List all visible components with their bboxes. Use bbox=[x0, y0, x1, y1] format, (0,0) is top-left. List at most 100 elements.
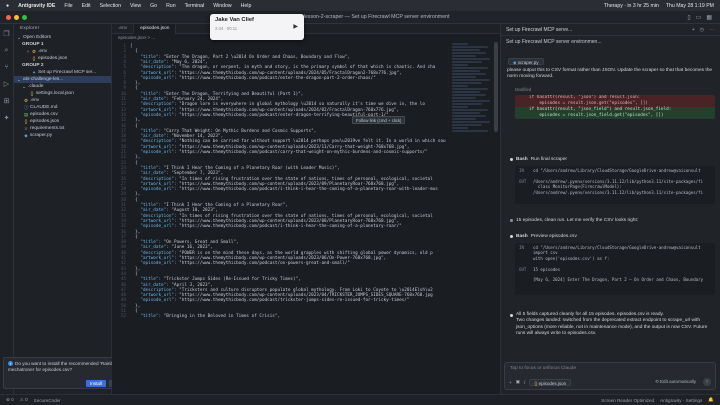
menu-view[interactable]: View bbox=[130, 3, 141, 9]
more-icon[interactable]: ⋯ bbox=[709, 24, 714, 35]
bash-step-preview-csv[interactable]: Bash Preview episodes.csv bbox=[510, 234, 577, 239]
editor-tabs: .env episodes.json bbox=[112, 24, 500, 34]
search-icon[interactable]: ⌕ bbox=[5, 47, 9, 55]
code-line[interactable]: "episode_url": "https://www.themythicbod… bbox=[130, 113, 388, 118]
notifications-icon[interactable]: 🔔 bbox=[708, 397, 714, 403]
minimap-line bbox=[452, 52, 486, 54]
minimap-line bbox=[452, 124, 482, 126]
tree-item-settings-local-json[interactable]: {} settings.local.json bbox=[14, 90, 111, 97]
open-editor-episodes-json[interactable]: {} episodes.json bbox=[14, 55, 111, 62]
menu-help[interactable]: Help bbox=[241, 3, 252, 9]
project-root-folder[interactable]: ⌄ ats-challenge-les... bbox=[14, 76, 111, 83]
calendar-status[interactable]: Therapy · in 3 hr 25 min bbox=[604, 3, 659, 9]
composer-placeholder[interactable]: Tap to focus or unfocus Claude bbox=[510, 366, 576, 371]
line-number: 22 bbox=[120, 155, 126, 161]
json-file-icon: {} bbox=[534, 380, 538, 386]
code-line[interactable]: "episode_url": "https://www.themythicbod… bbox=[130, 76, 375, 81]
screen-reader-status[interactable]: Screen Reader Optimized bbox=[601, 398, 654, 403]
breadcrumb[interactable]: episodes.json > ... bbox=[112, 34, 500, 42]
menu-window[interactable]: Window bbox=[213, 3, 231, 9]
line-number: 20 bbox=[120, 144, 126, 150]
errors-count[interactable]: ⊗ 0 bbox=[6, 397, 14, 403]
tree-item-episodes-json[interactable]: {} episodes.json bbox=[14, 118, 111, 125]
tree-item-claude-md[interactable]: ⓘ CLAUDE.md bbox=[14, 104, 111, 111]
add-context-icon[interactable]: + bbox=[509, 380, 512, 385]
clock[interactable]: Thu May 28 1:19 PM bbox=[666, 3, 714, 9]
line-number: 43 bbox=[120, 266, 126, 272]
open-editor-env[interactable]: × ⚙ .env bbox=[14, 48, 111, 55]
tree-item-episodes-csv[interactable]: ▤ episodes.csv bbox=[14, 111, 111, 118]
play-icon[interactable]: ▶ bbox=[293, 23, 298, 30]
line-number: 45 bbox=[120, 277, 126, 283]
line-number: 16 bbox=[120, 123, 126, 129]
send-button[interactable]: ↑ bbox=[703, 378, 711, 386]
minimap-line bbox=[452, 49, 480, 51]
code-line[interactable]: "episode_url": "https://www.themythicbod… bbox=[130, 224, 401, 229]
tree-item-scraper-py[interactable]: ◆ scraper.py bbox=[14, 132, 111, 139]
code-editor[interactable]: 1[2 {3 "title": "Enter The Dragon, Part … bbox=[112, 42, 500, 394]
edit-mode-toggle[interactable]: ⟲ Edit automatically bbox=[655, 379, 696, 385]
code-line[interactable]: "episode_url": "https://www.themythicbod… bbox=[130, 298, 409, 303]
code-line[interactable]: "episode_url": "https://www.themythicbod… bbox=[130, 261, 350, 266]
bash-step-run-scraper[interactable]: Bash Run final scraper bbox=[510, 157, 567, 162]
minimap-line bbox=[452, 46, 488, 48]
agent-tab-title[interactable]: Set up Firecrawl MCP serve... bbox=[506, 24, 572, 35]
toggle-panel-icon[interactable]: ▭ bbox=[696, 14, 702, 21]
text-file-icon: ≡ bbox=[24, 126, 28, 131]
csv-file-icon: ▤ bbox=[24, 112, 29, 117]
agent-icon[interactable]: ✦ bbox=[4, 114, 10, 122]
status-dot-icon bbox=[510, 235, 513, 238]
open-editors-section[interactable]: ⌄ Open Editors bbox=[14, 34, 111, 41]
minimap-line bbox=[452, 76, 476, 78]
slash-command-icon[interactable]: / bbox=[524, 380, 525, 385]
run-debug-icon[interactable]: ▷ bbox=[4, 80, 9, 88]
bash-output-run-scraper: IN cd "/Users/andrew/Library/CloudStorage… bbox=[515, 166, 715, 204]
line-number: 29 bbox=[120, 192, 126, 198]
tree-item-claude-folder[interactable]: ⌄ .claude bbox=[14, 83, 111, 90]
line-number: 19 bbox=[120, 139, 126, 145]
status-dot-icon bbox=[510, 313, 513, 317]
menu-selection[interactable]: Selection bbox=[100, 3, 121, 9]
attached-file-chip[interactable]: ◆ scraper.py bbox=[508, 58, 544, 65]
app-menu[interactable]: Antigravity IDE bbox=[18, 3, 55, 9]
toggle-sidebar-icon[interactable]: ▯ bbox=[687, 14, 690, 21]
history-icon[interactable]: ◷ bbox=[700, 24, 704, 35]
minimap-line bbox=[452, 91, 480, 93]
window-titlebar: ats-challenge-lesson-2-scraper — Set up … bbox=[0, 11, 720, 24]
env-file-icon: ⚙ bbox=[24, 98, 29, 103]
menu-go[interactable]: Go bbox=[150, 3, 157, 9]
code-line[interactable]: "episode_url": "https://www.themythicbod… bbox=[130, 150, 427, 155]
source-control-icon[interactable]: ⑂ bbox=[4, 64, 8, 71]
apple-menu-icon[interactable]: ● bbox=[6, 3, 9, 9]
layout-icon[interactable]: ▦ bbox=[706, 14, 712, 21]
status-dot-icon bbox=[510, 158, 513, 161]
explorer-icon[interactable]: ❐ bbox=[3, 30, 9, 38]
menu-file[interactable]: File bbox=[64, 3, 72, 9]
macos-menubar: ● Antigravity IDE File Edit Selection Vi… bbox=[0, 0, 720, 11]
install-button[interactable]: Install bbox=[86, 380, 107, 387]
editor-scrollbar[interactable] bbox=[494, 42, 498, 132]
tab-env[interactable]: .env bbox=[112, 24, 135, 34]
attach-icon[interactable]: ▣ bbox=[516, 379, 520, 385]
menu-run[interactable]: Run bbox=[166, 3, 176, 9]
media-player-card[interactable]: Jake Van Clief 2:44 · 00:11 ▶ bbox=[210, 14, 304, 40]
tree-item-env[interactable]: ⚙ .env bbox=[14, 97, 111, 104]
extensions-icon[interactable]: ⊞ bbox=[4, 97, 10, 105]
line-number: 32 bbox=[120, 208, 126, 214]
chat-composer[interactable]: Tap to focus or unfocus Claude + ▣ / {} … bbox=[504, 362, 716, 390]
open-editor-agent-chat[interactable]: ✦ Set up Firecrawl MCP ser... bbox=[14, 69, 111, 76]
menu-edit[interactable]: Edit bbox=[82, 3, 91, 9]
minimap[interactable] bbox=[452, 42, 492, 162]
tab-episodes-json[interactable]: episodes.json bbox=[134, 24, 177, 34]
new-chat-icon[interactable]: + bbox=[692, 24, 695, 35]
tree-item-requirements-txt[interactable]: ≡ requirements.txt bbox=[14, 125, 111, 132]
code-line[interactable]: "episode_url": "https://www.themythicbod… bbox=[130, 187, 438, 192]
settings-status[interactable]: Antigravity - Settings bbox=[660, 398, 702, 403]
line-number: 46 bbox=[120, 282, 126, 288]
code-line[interactable]: "title": "Bringing in the Beloved in Tim… bbox=[130, 314, 280, 319]
warnings-count[interactable]: ⚠ 0 bbox=[20, 397, 28, 403]
close-icon[interactable]: × bbox=[26, 48, 30, 55]
securecoder-status[interactable]: SecureCoder bbox=[34, 398, 61, 403]
menu-terminal[interactable]: Terminal bbox=[185, 3, 205, 9]
context-file-chip[interactable]: {} episodes.json bbox=[529, 378, 572, 386]
